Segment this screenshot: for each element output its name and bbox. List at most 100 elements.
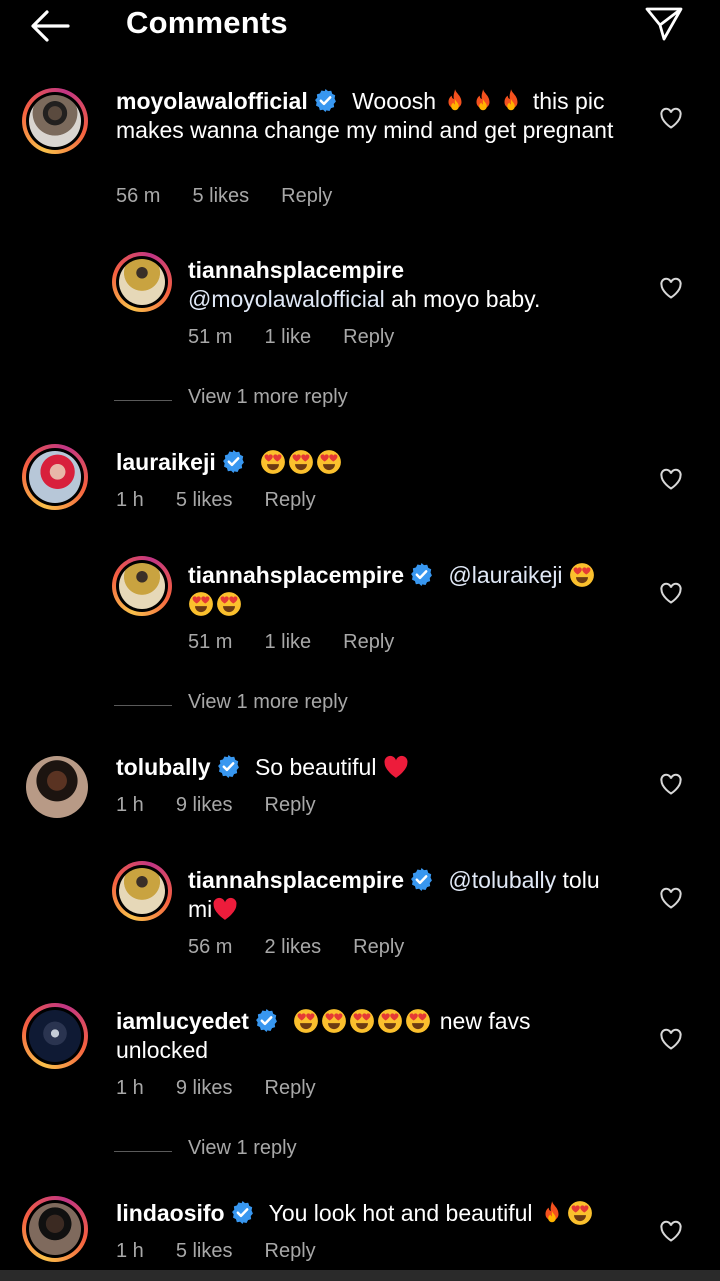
comment-meta: 1 h 5 likes Reply [116,1240,348,1263]
view-more-replies[interactable]: View 1 reply [114,1137,514,1167]
comment-likes[interactable]: 5 likes [192,185,249,207]
view-more-replies[interactable]: View 1 more reply [114,691,514,721]
reply-username[interactable]: tiannahsplacempire [188,562,404,588]
mention-link[interactable]: @tolubally [448,867,556,893]
reply-meta: 51 m 1 like Reply [188,631,426,654]
verified-badge-icon [230,1200,255,1225]
comment-meta: 56 m 5 likes Reply [116,185,364,208]
reply-button[interactable]: Reply [265,1240,316,1262]
view-more-label[interactable]: View 1 more reply [188,386,348,409]
comment-text: So beautiful [254,754,377,780]
comment-text: You look hot and beautiful [268,1200,539,1226]
like-heart-icon[interactable] [659,107,683,129]
like-heart-icon[interactable] [659,468,683,490]
reply-likes[interactable]: 2 likes [264,936,321,958]
avatar[interactable] [22,1196,88,1262]
view-more-label[interactable]: View 1 reply [188,1137,297,1160]
comment-time: 1 h [116,1077,144,1099]
comment-body: moyolawalofficial Wooosh this pic makes … [116,87,620,145]
comment-body: lauraikeji [116,448,620,477]
reply-meta: 51 m 1 like Reply [188,326,426,349]
heart-eyes-emoji-icon [293,1008,319,1034]
like-heart-icon[interactable] [659,887,683,909]
like-heart-icon[interactable] [659,582,683,604]
fire-emoji-icon [442,88,468,114]
reply-likes[interactable]: 1 like [264,326,311,348]
comment-likes[interactable]: 9 likes [176,794,233,816]
avatar[interactable] [22,88,88,154]
red-heart-emoji-icon [212,896,238,922]
comment-username[interactable]: lindaosifo [116,1200,225,1226]
comment-likes[interactable]: 5 likes [176,1240,233,1262]
reply-button[interactable]: Reply [343,326,394,348]
header: Comments [0,0,720,50]
comment-username[interactable]: tolubally [116,754,211,780]
like-heart-icon[interactable] [659,773,683,795]
reply-button[interactable]: Reply [265,1077,316,1099]
like-heart-icon[interactable] [659,1028,683,1050]
comment-username[interactable]: lauraikeji [116,449,216,475]
reply-button[interactable]: Reply [265,794,316,816]
comment-body: tolubally So beautiful [116,753,620,782]
heart-eyes-emoji-icon [349,1008,375,1034]
comment-likes[interactable]: 9 likes [176,1077,233,1099]
heart-eyes-emoji-icon [567,1200,593,1226]
heart-eyes-emoji-icon [288,449,314,475]
reply-username[interactable]: tiannahsplacempire [188,867,404,893]
mention-link[interactable]: @lauraikeji [448,562,562,588]
reply-text: ah moyo baby. [384,286,541,312]
verified-badge-icon [216,754,241,779]
comment-time: 1 h [116,1240,144,1262]
heart-eyes-emoji-icon [188,591,214,617]
reply-time: 51 m [188,631,233,653]
avatar[interactable] [112,252,172,312]
like-heart-icon[interactable] [659,1220,683,1242]
comment-time: 56 m [116,185,161,207]
avatar[interactable] [112,556,172,616]
comment-time: 1 h [116,489,144,511]
reply-time: 56 m [188,936,233,958]
reply-body: tiannahsplacempire @tolubally tolu mi [188,866,620,924]
avatar[interactable] [22,444,88,510]
heart-eyes-emoji-icon [316,449,342,475]
bottom-input-bar[interactable] [0,1270,720,1281]
divider [114,1151,172,1152]
comment-body: iamlucyedet new favs unlocked [116,1007,620,1065]
view-more-label[interactable]: View 1 more reply [188,691,348,714]
page-title: Comments [126,5,288,40]
comment-meta: 1 h 5 likes Reply [116,489,348,512]
reply-meta: 56 m 2 likes Reply [188,936,436,959]
heart-eyes-emoji-icon [405,1008,431,1034]
heart-eyes-emoji-icon [260,449,286,475]
comment-username[interactable]: moyolawalofficial [116,88,308,114]
verified-badge-icon [409,562,434,587]
verified-badge-icon [313,88,338,113]
comment-text: Wooosh [345,88,443,114]
avatar[interactable] [22,1003,88,1069]
divider [114,400,172,401]
reply-button[interactable]: Reply [343,631,394,653]
reply-time: 51 m [188,326,233,348]
red-heart-emoji-icon [383,754,409,780]
fire-emoji-icon [498,88,524,114]
mention-link[interactable]: @moyolawalofficial [188,286,385,312]
reply-button[interactable]: Reply [353,936,404,958]
comment-meta: 1 h 9 likes Reply [116,1077,348,1100]
like-heart-icon[interactable] [659,277,683,299]
reply-likes[interactable]: 1 like [264,631,311,653]
heart-eyes-emoji-icon [321,1008,347,1034]
view-more-replies[interactable]: View 1 more reply [114,386,514,416]
comment-likes[interactable]: 5 likes [176,489,233,511]
verified-badge-icon [409,867,434,892]
back-arrow-icon[interactable] [28,6,72,46]
reply-username[interactable]: tiannahsplacempire [188,257,404,283]
reply-button[interactable]: Reply [281,185,332,207]
reply-button[interactable]: Reply [265,489,316,511]
divider [114,705,172,706]
avatar[interactable] [26,756,88,818]
reply-body: tiannahsplacempire @lauraikeji [188,561,620,619]
share-send-icon[interactable] [642,3,686,43]
comment-username[interactable]: iamlucyedet [116,1008,249,1034]
heart-eyes-emoji-icon [569,562,595,588]
avatar[interactable] [112,861,172,921]
